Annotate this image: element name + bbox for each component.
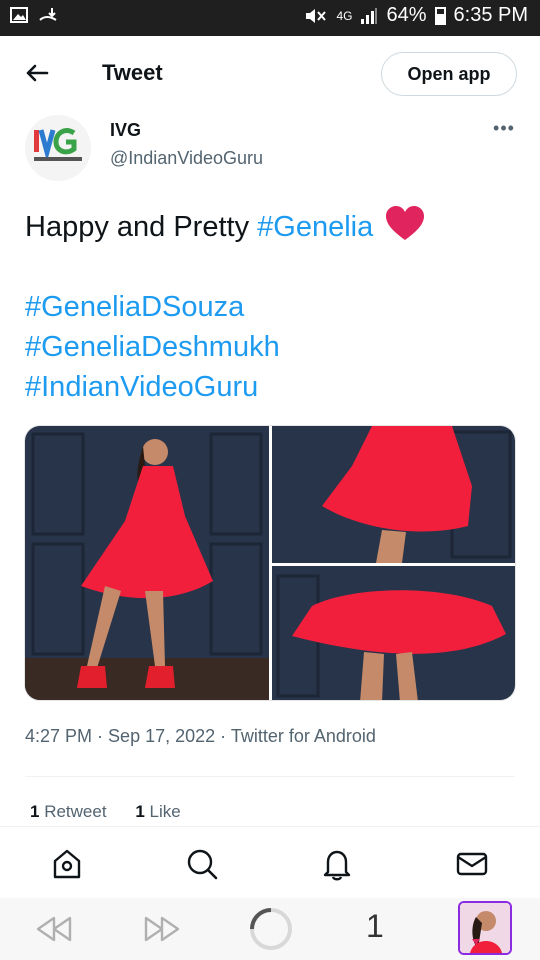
battery-percent: 64% [386, 4, 427, 26]
hashtag-genelia[interactable]: #Genelia [257, 211, 373, 243]
photo-2[interactable] [272, 426, 515, 563]
download-notification-icon [39, 8, 57, 21]
like-count-number: 1 [135, 802, 145, 821]
status-bar: 4G 64% 6:35 PM [0, 0, 540, 36]
divider [25, 776, 515, 777]
home-icon[interactable] [50, 847, 84, 881]
back-nav-icon[interactable] [34, 914, 74, 944]
back-arrow-icon[interactable] [22, 58, 52, 88]
author-name[interactable]: IVG [110, 120, 141, 141]
ivg-logo [25, 115, 91, 181]
tweet-time[interactable]: 4:27 PM [25, 726, 92, 746]
hashtag-indian-video-guru[interactable]: #IndianVideoGuru [25, 367, 515, 407]
like-count[interactable]: 1 Like [135, 802, 180, 821]
tweet-text: Happy and Pretty #Genelia #GeneliaDSouza… [25, 206, 515, 407]
tweet-timestamp: 4:27 PM · Sep 17, 2022 · Twitter for And… [25, 726, 376, 747]
notifications-bell-icon[interactable] [320, 847, 354, 881]
tweet-date[interactable]: Sep 17, 2022 [108, 726, 215, 746]
gallery-notification-icon [10, 7, 28, 23]
photo-3[interactable] [272, 566, 515, 700]
meta-separator: · [215, 726, 231, 746]
media-grid [24, 425, 516, 701]
retweet-label: Retweet [44, 802, 107, 821]
retweet-count-number: 1 [30, 802, 40, 821]
hashtag-genelia-dsouza[interactable]: #GeneliaDSouza [25, 287, 515, 327]
meta-separator: · [92, 726, 109, 746]
retweet-count[interactable]: 1 Retweet [30, 802, 107, 821]
tab-count[interactable]: 1 [366, 908, 384, 945]
signal-icon [361, 7, 378, 24]
more-options-icon[interactable]: ••• [490, 118, 518, 142]
like-label: Like [149, 802, 181, 821]
battery-icon [434, 6, 446, 25]
author-handle[interactable]: @IndianVideoGuru [110, 148, 263, 169]
browser-nav-bar: 1 [0, 898, 540, 960]
page-title: Tweet [102, 60, 163, 85]
red-heart-icon [386, 206, 425, 240]
tweet-text-plain: Happy and Pretty [25, 211, 258, 243]
forward-nav-icon[interactable] [142, 914, 182, 944]
bottom-tab-bar [0, 826, 540, 898]
open-app-button[interactable]: Open app [381, 52, 517, 96]
top-header: Tweet Open app [0, 36, 540, 110]
hashtag-genelia-deshmukh[interactable]: #GeneliaDeshmukh [25, 327, 515, 367]
network-type: 4G [336, 8, 353, 23]
tweet-first-line: Happy and Pretty #Genelia [25, 206, 515, 247]
tweet-source[interactable]: Twitter for Android [231, 726, 376, 746]
engagement-stats: 1 Retweet 1 Like [30, 802, 205, 822]
tab-thumbnail[interactable] [458, 901, 512, 955]
photo-1[interactable] [25, 426, 269, 700]
mute-icon [306, 8, 327, 23]
search-icon[interactable] [185, 847, 219, 881]
clock: 6:35 PM [453, 4, 528, 26]
avatar[interactable] [25, 115, 91, 181]
loading-spinner-icon [250, 908, 292, 950]
messages-icon[interactable] [455, 847, 489, 881]
